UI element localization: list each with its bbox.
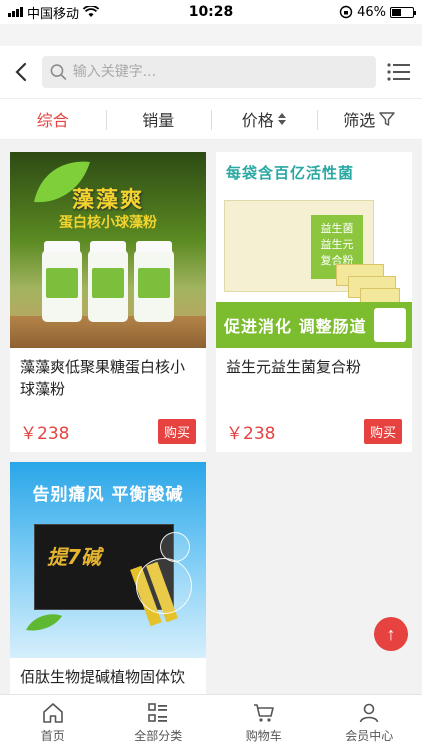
back-icon[interactable] xyxy=(10,61,32,83)
status-right: 46% xyxy=(339,4,416,20)
product-price: ￥238 xyxy=(226,423,276,444)
product-card[interactable]: 藻藻爽 蛋白核小球藻粉 藻藻爽低聚果糖蛋白核小球藻粉 ￥238 购买 xyxy=(10,152,206,452)
battery-percent: 46% xyxy=(357,4,386,20)
bottle-image xyxy=(42,241,82,322)
product-price: ￥238 xyxy=(20,423,70,444)
filter-bar: 综合 销量 价格 筛选 xyxy=(0,98,422,140)
search-input[interactable] xyxy=(72,64,368,80)
bubble-image xyxy=(160,532,190,562)
status-bar: 中国移动 10:28 46% xyxy=(0,0,422,24)
tab-categories[interactable]: 全部分类 xyxy=(106,695,212,750)
tab-label: 会员中心 xyxy=(345,728,394,743)
box-line: 益生菌 xyxy=(320,222,354,235)
product-card[interactable]: 每袋含百亿活性菌 益生菌 益生元 复合粉 促进消化 调整肠道 益生元益生菌复合粉… xyxy=(216,152,412,452)
tab-label: 首页 xyxy=(40,728,65,743)
box-brand: 提7碱 xyxy=(47,545,101,569)
leaf-icon xyxy=(26,614,62,631)
search-header xyxy=(0,46,422,98)
filter-screen[interactable]: 筛选 xyxy=(316,99,422,139)
tab-cart[interactable]: 购物车 xyxy=(211,695,317,750)
image-subtitle: 蛋白核小球藻粉 xyxy=(59,215,157,231)
top-spacer xyxy=(0,24,422,46)
brand-logo xyxy=(374,308,406,342)
bubble-image xyxy=(136,558,192,614)
funnel-icon xyxy=(379,112,395,126)
filter-label: 价格 xyxy=(241,111,274,130)
image-headline: 每袋含百亿活性菌 xyxy=(226,164,355,182)
filter-label: 筛选 xyxy=(343,111,376,130)
tab-home[interactable]: 首页 xyxy=(0,695,106,750)
signal-icon xyxy=(8,7,23,17)
card-footer: ￥238 购买 xyxy=(10,410,206,452)
product-title[interactable]: 藻藻爽低聚果糖蛋白核小球藻粉 xyxy=(10,348,206,410)
search-box[interactable] xyxy=(42,56,376,88)
search-icon xyxy=(50,64,67,80)
battery-icon xyxy=(390,6,416,18)
bottle-image xyxy=(88,241,128,322)
product-title[interactable]: 益生元益生菌复合粉 xyxy=(216,348,412,410)
battery-fill xyxy=(392,8,402,16)
product-card[interactable]: 告别痛风 平衡酸碱 提7碱 佰肽生物提碱植物固体饮 xyxy=(10,462,206,720)
category-icon xyxy=(148,702,168,722)
carrier-label: 中国移动 xyxy=(27,6,80,22)
back-to-top-button[interactable]: ↑ xyxy=(374,617,408,651)
home-icon xyxy=(42,702,63,723)
filter-sales[interactable]: 销量 xyxy=(105,99,212,139)
user-icon xyxy=(359,703,379,722)
image-headline: 告别痛风 平衡酸碱 xyxy=(32,485,184,505)
filter-price[interactable]: 价格 xyxy=(211,99,317,139)
tab-bar: 首页 全部分类 购物车 会员中心 xyxy=(0,694,422,750)
filter-label: 综合 xyxy=(36,111,69,130)
list-view-icon[interactable] xyxy=(386,61,412,83)
band-text: 促进消化 调整肠道 xyxy=(224,317,367,336)
buy-button[interactable]: 购买 xyxy=(157,418,196,444)
product-image[interactable]: 藻藻爽 蛋白核小球藻粉 xyxy=(10,152,206,348)
status-left: 中国移动 xyxy=(8,3,100,22)
tab-label: 全部分类 xyxy=(134,728,183,743)
image-headline: 藻藻爽 xyxy=(71,188,144,213)
tab-member[interactable]: 会员中心 xyxy=(317,695,422,750)
box-line: 益生元 xyxy=(320,238,354,251)
sort-arrows-icon xyxy=(277,113,286,125)
cart-icon xyxy=(253,703,274,722)
filter-label: 销量 xyxy=(142,111,175,130)
product-image[interactable]: 告别痛风 平衡酸碱 提7碱 xyxy=(10,462,206,658)
wifi-icon xyxy=(83,6,100,17)
product-grid: 藻藻爽 蛋白核小球藻粉 藻藻爽低聚果糖蛋白核小球藻粉 ￥238 购买 每袋含百亿… xyxy=(0,140,422,720)
product-image[interactable]: 每袋含百亿活性菌 益生菌 益生元 复合粉 促进消化 调整肠道 xyxy=(216,152,412,348)
filter-comprehensive[interactable]: 综合 xyxy=(0,99,106,139)
tab-label: 购物车 xyxy=(245,728,282,743)
image-band: 促进消化 调整肠道 xyxy=(216,302,412,348)
rotation-lock-icon xyxy=(339,5,353,19)
buy-button[interactable]: 购买 xyxy=(363,418,402,444)
card-footer: ￥238 购买 xyxy=(216,410,412,452)
bottle-image xyxy=(134,241,174,322)
